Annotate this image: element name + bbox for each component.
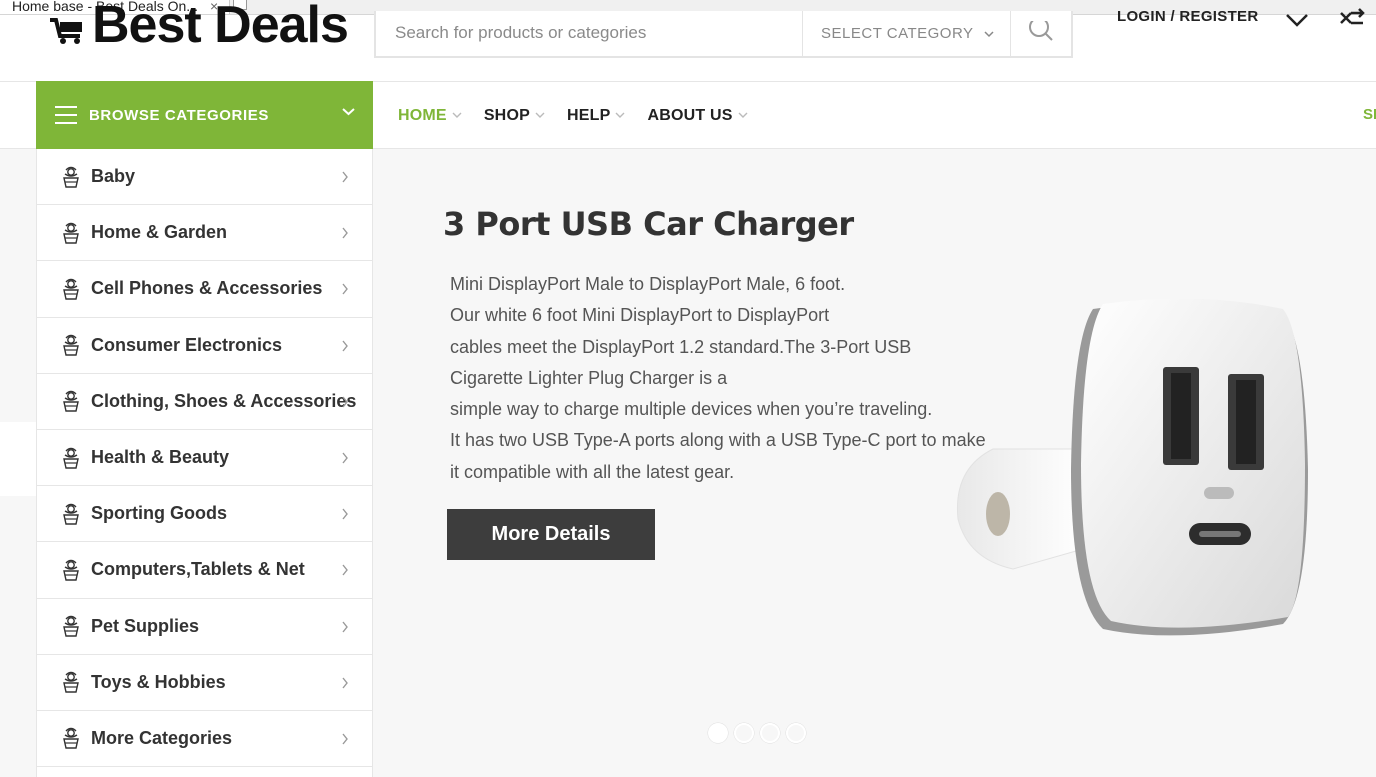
menu-item-help[interactable]: HELP bbox=[567, 107, 625, 125]
plant-pot-icon bbox=[63, 503, 79, 525]
category-label: Consumer Electronics bbox=[91, 334, 283, 355]
plant-pot-icon bbox=[63, 559, 79, 581]
more-details-button[interactable]: More Details bbox=[447, 509, 655, 560]
category-item[interactable]: Clothing, Shoes & Accessories bbox=[37, 374, 372, 430]
category-item[interactable]: Home & Garden bbox=[37, 205, 372, 262]
slide-dot[interactable] bbox=[734, 723, 754, 743]
chevron-right-icon bbox=[342, 396, 348, 408]
chevron-down-icon bbox=[984, 30, 994, 37]
plant-pot-icon bbox=[63, 166, 79, 188]
plant-pot-icon bbox=[63, 222, 79, 244]
category-label: Computers,Tablets & Net bbox=[91, 559, 305, 580]
category-label: Cell Phones & Accessories bbox=[91, 278, 323, 299]
chevron-right-icon bbox=[342, 171, 348, 183]
chevron-down-icon bbox=[615, 112, 625, 118]
usb-car-charger-image bbox=[956, 299, 1308, 636]
site-header: Best Deals SELECT CATEGORY LOGIN / REGIS… bbox=[0, 0, 1376, 82]
category-label: Health & Beauty bbox=[91, 447, 230, 468]
chevron-down-icon bbox=[452, 112, 462, 118]
plant-pot-icon bbox=[63, 615, 79, 637]
category-list: Baby Home & Garden Cell Phones & Accessori… bbox=[36, 149, 373, 777]
plant-pot-icon bbox=[63, 728, 79, 750]
slide-description-line: Cigarette Lighter Plug Charger is a bbox=[450, 367, 728, 388]
hamburger-icon bbox=[55, 106, 77, 124]
compare-icon[interactable] bbox=[1338, 5, 1366, 33]
browse-categories-label: BROWSE CATEGORIES bbox=[89, 106, 269, 124]
chevron-down-icon bbox=[738, 112, 748, 118]
slide-description-line: It has two USB Type-A ports along with a… bbox=[450, 430, 986, 451]
main-nav: BROWSE CATEGORIES HOME SHOP HELP ABOUT U… bbox=[0, 81, 1376, 149]
category-label: Home & Garden bbox=[91, 222, 228, 243]
cart-logo-icon bbox=[50, 18, 82, 44]
category-label: Sporting Goods bbox=[91, 503, 227, 524]
chevron-down-icon bbox=[535, 112, 545, 118]
chevron-right-icon bbox=[342, 508, 348, 520]
category-item[interactable]: Cell Phones & Accessories bbox=[37, 261, 372, 318]
category-item[interactable]: Computers,Tablets & Net bbox=[37, 542, 372, 599]
chevron-down-icon bbox=[342, 108, 355, 116]
category-item[interactable]: Baby bbox=[37, 149, 372, 206]
plant-pot-icon bbox=[63, 391, 79, 413]
plant-pot-icon bbox=[63, 447, 79, 469]
category-label: Toys & Hobbies bbox=[91, 671, 226, 692]
slide-dot[interactable] bbox=[786, 723, 806, 743]
menu-item-label: ABOUT US bbox=[647, 106, 733, 124]
search-button[interactable] bbox=[1010, 11, 1071, 56]
category-item[interactable]: Consumer Electronics bbox=[37, 318, 372, 374]
menu-item-home[interactable]: HOME bbox=[398, 107, 462, 125]
menu-item-label: HOME bbox=[398, 106, 447, 124]
side-slide-arrow[interactable] bbox=[0, 422, 36, 496]
plant-pot-icon bbox=[63, 672, 79, 693]
category-label: More Categories bbox=[91, 727, 233, 748]
search-icon bbox=[1029, 20, 1053, 41]
slide-description-line: cables meet the DisplayPort 1.2 standard… bbox=[450, 336, 912, 357]
chevron-right-icon bbox=[342, 340, 348, 351]
category-label: Pet Supplies bbox=[91, 615, 200, 636]
menu-item-about-us[interactable]: ABOUT US bbox=[647, 106, 748, 125]
category-item[interactable]: Health & Beauty bbox=[37, 430, 372, 487]
nav-extra-link[interactable]: SP bbox=[1363, 106, 1376, 123]
primary-menu: HOME SHOP HELP ABOUT US bbox=[398, 82, 770, 149]
hero-section: Baby Home & Garden Cell Phones & Accessori… bbox=[0, 149, 1376, 777]
chevron-right-icon bbox=[342, 733, 348, 745]
login-register-link[interactable]: LOGIN / REGISTER bbox=[1117, 8, 1258, 25]
slide-description: Mini DisplayPort Male to DisplayPort Mal… bbox=[450, 269, 1010, 488]
search-bar: SELECT CATEGORY bbox=[374, 11, 1073, 58]
menu-item-label: HELP bbox=[566, 106, 611, 124]
slide-title: 3 Port USB Car Charger bbox=[443, 205, 854, 243]
browse-categories-button[interactable]: BROWSE CATEGORIES bbox=[36, 81, 373, 149]
slide-description-line: it compatible with all the latest gear. bbox=[450, 461, 735, 482]
chevron-right-icon bbox=[342, 227, 348, 239]
slide-description-line: Mini DisplayPort Male to DisplayPort Mal… bbox=[450, 274, 846, 294]
slide-description-line: simple way to charge multiple devices wh… bbox=[450, 399, 933, 420]
chevron-right-icon bbox=[342, 452, 348, 464]
heart-icon[interactable] bbox=[1283, 5, 1311, 33]
chevron-right-icon bbox=[342, 677, 348, 689]
category-item[interactable]: Toys & Hobbies bbox=[37, 655, 372, 711]
slide-dot[interactable] bbox=[760, 723, 780, 743]
plant-pot-icon bbox=[63, 278, 79, 300]
slide-pagination bbox=[708, 723, 812, 743]
category-select-label: SELECT CATEGORY bbox=[821, 25, 974, 42]
chevron-right-icon bbox=[342, 283, 348, 295]
category-item[interactable]: More Categories bbox=[37, 711, 372, 768]
chevron-right-icon bbox=[342, 564, 348, 576]
category-select[interactable]: SELECT CATEGORY bbox=[802, 11, 1010, 56]
category-label: Clothing, Shoes & Accessories bbox=[91, 390, 357, 411]
slide-description-line: Our white 6 foot Mini DisplayPort to Dis… bbox=[450, 305, 830, 326]
category-item[interactable]: Pet Supplies bbox=[37, 599, 372, 655]
plant-pot-icon bbox=[63, 334, 79, 356]
menu-item-shop[interactable]: SHOP bbox=[484, 107, 545, 125]
menu-item-label: SHOP bbox=[483, 106, 530, 124]
hero-slide: 3 Port USB Car Charger Mini DisplayPort … bbox=[373, 149, 1376, 777]
category-label: Baby bbox=[91, 166, 136, 187]
logo-text: Best Deals bbox=[92, 0, 348, 54]
slide-dot[interactable] bbox=[708, 723, 728, 743]
site-logo[interactable]: Best Deals bbox=[48, 0, 348, 55]
chevron-right-icon bbox=[342, 621, 348, 632]
search-input[interactable] bbox=[376, 11, 802, 55]
category-item[interactable]: Sporting Goods bbox=[37, 486, 372, 543]
